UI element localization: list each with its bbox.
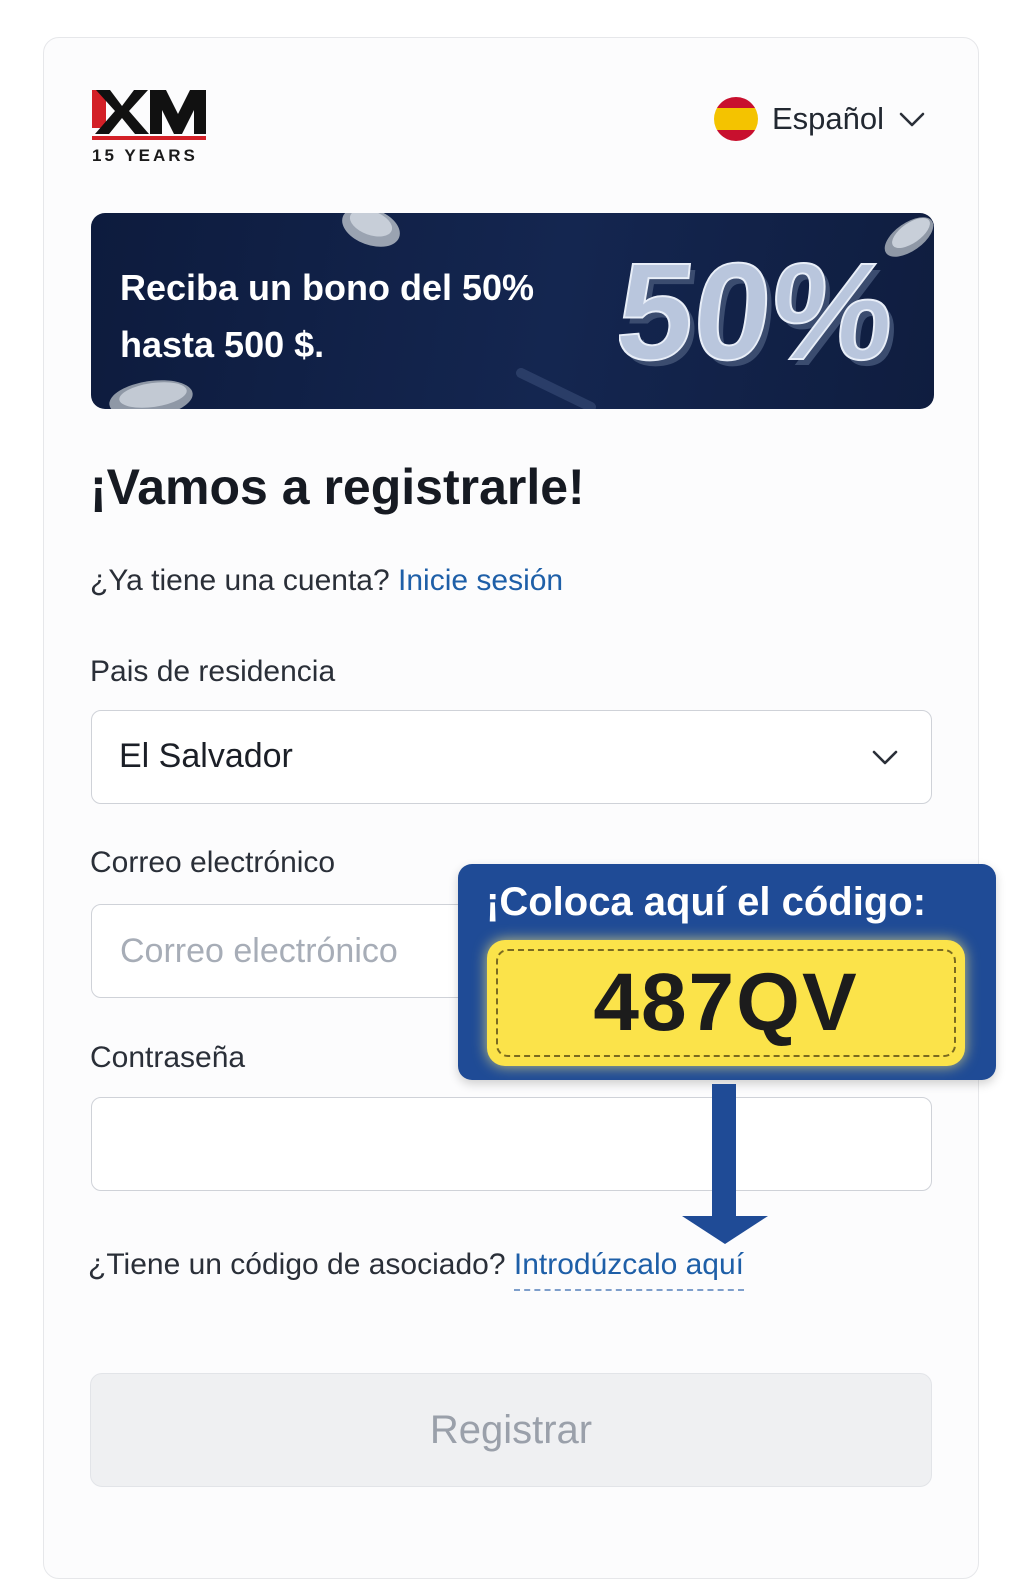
- login-link[interactable]: Inicie sesión: [398, 564, 563, 597]
- xm-logo-mark: [92, 90, 206, 140]
- promo-code: 487QV: [593, 957, 859, 1048]
- arrow-down-icon: [682, 1084, 768, 1244]
- register-button[interactable]: Registrar: [90, 1373, 932, 1487]
- banner-line-2: hasta 500 $.: [120, 324, 325, 365]
- password-field[interactable]: [92, 1098, 931, 1190]
- language-selector[interactable]: Español: [714, 92, 926, 146]
- affiliate-prompt: ¿Tiene un código de asociado?: [88, 1248, 506, 1281]
- xm-logo: 15 YEARS: [92, 84, 208, 168]
- country-select[interactable]: El Salvador: [91, 710, 932, 804]
- language-label: Español: [772, 101, 885, 136]
- logo-tagline: 15 YEARS: [92, 146, 198, 165]
- bonus-banner[interactable]: Reciba un bono del 50% hasta 500 $. 50% …: [91, 213, 934, 409]
- affiliate-code-line: ¿Tiene un código de asociado? Introdúzca…: [88, 1248, 745, 1291]
- affiliate-code-link[interactable]: Introdúzcalo aquí: [513, 1248, 745, 1291]
- page-title: ¡Vamos a registrarle!: [90, 459, 585, 515]
- banner-text: Reciba un bono del 50% hasta 500 $.: [120, 259, 534, 373]
- fifty-percent-text: 50%: [619, 241, 902, 389]
- country-label: Pais de residencia: [90, 655, 336, 688]
- password-label: Contraseña: [90, 1041, 246, 1074]
- fifty-percent-graphic: 50% 50%: [619, 241, 907, 391]
- promo-code-border: 487QV: [496, 949, 956, 1057]
- spain-flag-icon: [714, 97, 758, 141]
- login-prompt-line: ¿Ya tiene una cuenta? Inicie sesión: [90, 564, 563, 598]
- country-value: El Salvador: [119, 737, 293, 775]
- promo-title: ¡Coloca aquí el código:: [486, 880, 927, 924]
- chevron-down-icon: [899, 112, 925, 127]
- promo-code-box: 487QV: [487, 940, 965, 1066]
- promo-code-callout: ¡Coloca aquí el código: 487QV: [458, 864, 996, 1080]
- chevron-down-icon: [872, 750, 898, 765]
- banner-line-1: Reciba un bono del 50%: [120, 267, 535, 308]
- password-field-wrapper: [91, 1097, 932, 1191]
- email-label: Correo electrónico: [90, 846, 336, 879]
- login-prompt: ¿Ya tiene una cuenta?: [90, 564, 390, 597]
